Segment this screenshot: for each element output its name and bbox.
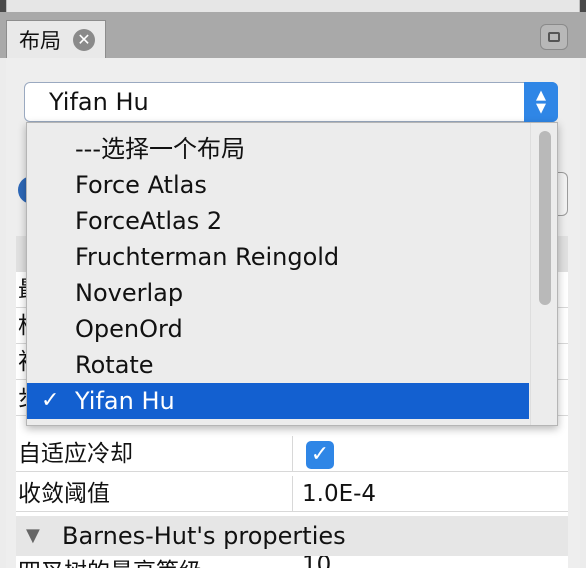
property-row-partial: 四叉树的最高等级 10 — [16, 556, 568, 568]
dropdown-option[interactable]: Force Atlas — [27, 167, 529, 203]
column-divider — [292, 436, 293, 472]
select-arrows-icon[interactable]: ▲ ▼ — [524, 82, 558, 122]
property-label: 自适应冷却 — [18, 441, 133, 467]
layout-dropdown-list: ---选择一个布局 Force Atlas ForceAtlas 2 Fruch… — [26, 122, 558, 426]
property-row-convergence-threshold: 收敛阈值 1.0E-4 — [16, 476, 568, 512]
arrow-down-icon: ▼ — [536, 101, 546, 116]
dropdown-option-label: Yifan Hu — [75, 387, 175, 415]
checkmark-icon: ✓ — [41, 388, 60, 413]
property-label: 收敛阈值 — [18, 481, 110, 507]
scrollbar-thumb[interactable] — [539, 131, 551, 305]
property-value[interactable]: 10 — [302, 556, 331, 568]
barnes-hut-section-header[interactable]: ▼ Barnes-Hut's properties — [16, 516, 568, 556]
property-row-adaptive-cooling: 自适应冷却 ✓ — [16, 436, 568, 472]
dropdown-option[interactable]: Noverlap — [27, 275, 529, 311]
property-label: 四叉树的最高等级 — [18, 556, 202, 568]
dropdown-option[interactable]: OpenOrd — [27, 311, 529, 347]
close-icon[interactable]: ✕ — [73, 28, 95, 51]
layout-select[interactable]: Yifan Hu ▲ ▼ — [24, 82, 558, 122]
dropdown-option[interactable]: ForceAtlas 2 — [27, 203, 529, 239]
convergence-threshold-value[interactable]: 1.0E-4 — [302, 476, 376, 512]
dropdown-option-selected[interactable]: ✓ Yifan Hu — [27, 383, 529, 419]
adaptive-cooling-checkbox[interactable]: ✓ — [306, 441, 334, 469]
tab-layout[interactable]: 布局 ✕ — [6, 20, 106, 58]
tab-strip: 布局 ✕ — [0, 12, 586, 58]
dropdown-scrollbar[interactable] — [530, 123, 557, 425]
upper-panel-frame — [6, 0, 580, 12]
tab-layout-label: 布局 — [19, 28, 61, 53]
collapse-triangle-icon: ▼ — [26, 525, 40, 546]
dropdown-option[interactable]: Rotate — [27, 347, 529, 383]
dropdown-option[interactable]: ---选择一个布局 — [27, 131, 529, 167]
minimize-window-button[interactable] — [540, 24, 568, 50]
column-divider — [292, 476, 293, 512]
dropdown-option[interactable]: Fruchterman Reingold — [27, 239, 529, 275]
minimize-icon — [548, 32, 560, 42]
layout-select-value: Yifan Hu — [49, 88, 149, 116]
section-label: Barnes-Hut's properties — [62, 522, 346, 550]
